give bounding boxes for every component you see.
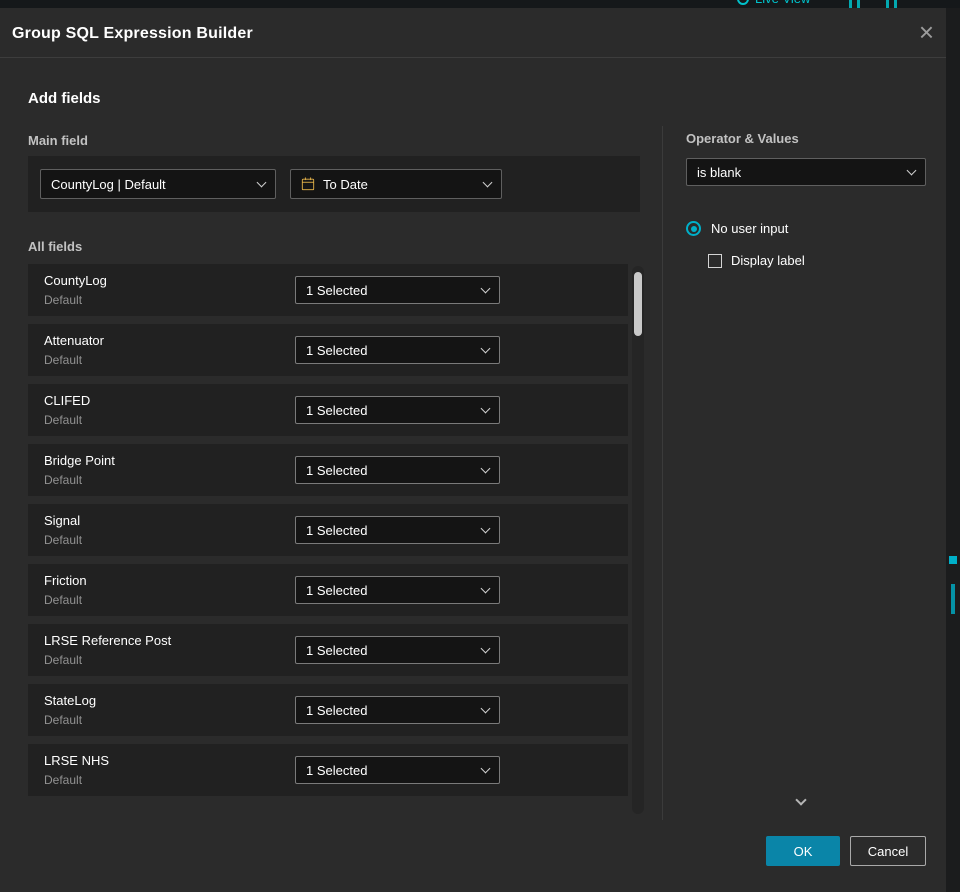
main-field-select-value: CountyLog | Default [51, 176, 166, 192]
add-fields-heading: Add fields [28, 90, 101, 107]
group-sql-expression-builder-dialog: Group SQL Expression Builder × Add field… [0, 8, 946, 892]
scrollbar[interactable] [632, 266, 644, 814]
row-select-value: 1 Selected [306, 462, 368, 478]
background-right-strip [946, 8, 960, 892]
background-artifact [951, 584, 955, 614]
background-toolbar-icon [894, 0, 897, 8]
main-field-panel: CountyLog | Default To Date [28, 156, 640, 212]
no-user-input-option[interactable]: No user input [686, 221, 788, 236]
row-select-value: 1 Selected [306, 702, 368, 718]
radio-selected-icon[interactable] [686, 221, 701, 236]
no-user-input-label: No user input [711, 221, 789, 236]
background-app-strip: Live View [0, 0, 960, 8]
calendar-icon [301, 177, 315, 191]
field-name: Attenuator [44, 333, 104, 348]
main-field-value-select-value: To Date [323, 176, 368, 192]
field-name: LRSE NHS [44, 753, 110, 768]
field-name: LRSE Reference Post [44, 633, 172, 648]
field-sub: Default [44, 353, 83, 367]
background-artifact [949, 556, 957, 564]
field-row: Signal Default 1 Selected [28, 504, 628, 556]
scroll-down-icon[interactable] [795, 794, 807, 806]
field-row: CLIFED Default 1 Selected [28, 384, 628, 436]
field-sub: Default [44, 773, 83, 787]
row-select-value: 1 Selected [306, 282, 368, 298]
chevron-down-icon [480, 463, 491, 474]
chevron-down-icon [480, 763, 491, 774]
field-sub: Default [44, 473, 83, 487]
field-name: CLIFED [44, 393, 91, 408]
field-row: LRSE Reference Post Default 1 Selected [28, 624, 628, 676]
live-view-indicator: Live View [737, 0, 810, 6]
row-select[interactable]: 1 Selected [295, 636, 500, 664]
checkbox-unchecked-icon[interactable] [708, 253, 722, 268]
chevron-down-icon [480, 523, 491, 534]
field-name: Friction [44, 573, 87, 588]
all-fields-list: CountyLog Default 1 Selected Attenuator … [28, 264, 628, 804]
main-field-select[interactable]: CountyLog | Default [40, 169, 276, 199]
operator-select[interactable]: is blank [686, 158, 926, 186]
field-row: CountyLog Default 1 Selected [28, 264, 628, 316]
field-sub: Default [44, 413, 83, 427]
display-label-option[interactable]: Display label [708, 253, 805, 268]
field-name: Signal [44, 513, 81, 528]
field-sub: Default [44, 713, 83, 727]
field-row: Friction Default 1 Selected [28, 564, 628, 616]
field-sub: Default [44, 653, 83, 667]
all-fields-label: All fields [28, 239, 83, 254]
row-select[interactable]: 1 Selected [295, 516, 500, 544]
main-field-value-select[interactable]: To Date [290, 169, 502, 199]
background-toolbar-icon [886, 0, 889, 8]
field-row: Attenuator Default 1 Selected [28, 324, 628, 376]
operator-select-value: is blank [697, 164, 742, 180]
row-select[interactable]: 1 Selected [295, 396, 500, 424]
main-field-label: Main field [28, 133, 88, 148]
field-name: CountyLog [44, 273, 107, 288]
row-select-value: 1 Selected [306, 402, 368, 418]
chevron-down-icon [906, 165, 917, 176]
row-select[interactable]: 1 Selected [295, 696, 500, 724]
background-toolbar-icon [857, 0, 860, 8]
scrollbar-thumb[interactable] [634, 272, 642, 336]
chevron-down-icon [480, 703, 491, 714]
header-divider [0, 57, 946, 58]
field-name: StateLog [44, 693, 97, 708]
close-icon[interactable]: × [919, 19, 934, 45]
chevron-down-icon [480, 583, 491, 594]
row-select-value: 1 Selected [306, 642, 368, 658]
row-select-value: 1 Selected [306, 522, 368, 538]
dialog-title: Group SQL Expression Builder [12, 25, 253, 42]
display-label-text: Display label [731, 253, 805, 268]
chevron-down-icon [480, 403, 491, 414]
row-select[interactable]: 1 Selected [295, 756, 500, 784]
chevron-down-icon [256, 177, 267, 188]
row-select[interactable]: 1 Selected [295, 336, 500, 364]
row-select[interactable]: 1 Selected [295, 456, 500, 484]
field-row: StateLog Default 1 Selected [28, 684, 628, 736]
chevron-down-icon [480, 643, 491, 654]
chevron-down-icon [482, 177, 493, 188]
chevron-down-icon [480, 343, 491, 354]
row-select-value: 1 Selected [306, 762, 368, 778]
field-sub: Default [44, 593, 83, 607]
field-row: Bridge Point Default 1 Selected [28, 444, 628, 496]
ok-button[interactable]: OK [766, 836, 840, 866]
column-divider [662, 126, 663, 820]
operator-values-label: Operator & Values [686, 131, 799, 146]
chevron-down-icon [480, 283, 491, 294]
live-view-icon [737, 0, 749, 5]
background-toolbar-icon [849, 0, 852, 8]
field-sub: Default [44, 293, 83, 307]
row-select-value: 1 Selected [306, 582, 368, 598]
row-select-value: 1 Selected [306, 342, 368, 358]
row-select[interactable]: 1 Selected [295, 576, 500, 604]
live-view-label: Live View [755, 0, 810, 6]
field-name: Bridge Point [44, 453, 115, 468]
field-row: LRSE NHS Default 1 Selected [28, 744, 628, 796]
row-select[interactable]: 1 Selected [295, 276, 500, 304]
field-sub: Default [44, 533, 83, 547]
cancel-button[interactable]: Cancel [850, 836, 926, 866]
